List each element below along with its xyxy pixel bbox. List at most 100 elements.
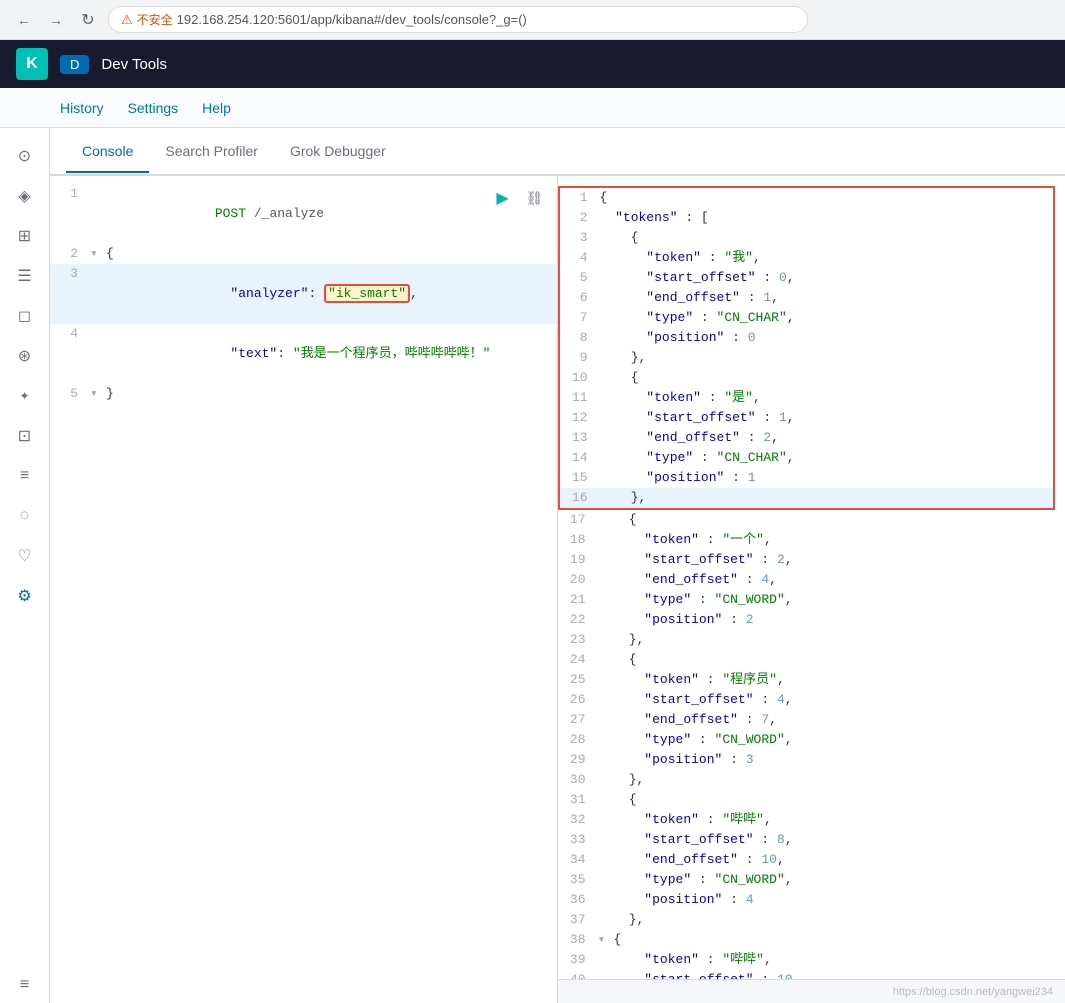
line-content-1: POST /_analyze — [90, 184, 557, 244]
content-area: Console Search Profiler Grok Debugger ▶ … — [50, 128, 1065, 1003]
reload-button[interactable]: ↻ — [76, 8, 100, 32]
output-line-24: 24 { — [558, 650, 1065, 670]
output-panel[interactable]: 1 { 2 "tokens" : [ 3 { — [558, 176, 1065, 979]
forward-button[interactable]: → — [44, 8, 68, 32]
output-line-35: 35 "type" : "CN_WORD", — [558, 870, 1065, 890]
output-line-30: 30 }, — [558, 770, 1065, 790]
output-line-34: 34 "end_offset" : 10, — [558, 850, 1065, 870]
fold-indicator-38[interactable]: ▾ — [598, 930, 614, 950]
sidebar-icon-dashboard[interactable]: ⊞ — [7, 218, 43, 254]
header-menu-history[interactable]: History — [60, 96, 104, 120]
output-line-1: 1 { — [560, 188, 1054, 208]
output-line-15: 15 "position" : 1 — [560, 468, 1054, 488]
kibana-app: K D Dev Tools History Settings Help ⊙ ◈ … — [0, 40, 1065, 1003]
app-title: Dev Tools — [101, 56, 167, 73]
right-panel: 1 { 2 "tokens" : [ 3 { — [558, 176, 1065, 1003]
output-line-8: 8 "position" : 0 — [560, 328, 1054, 348]
output-line-10: 10 { — [560, 368, 1054, 388]
output-line-5: 5 "start_offset" : 0, — [560, 268, 1054, 288]
sidebar-icon-maps[interactable]: ⊛ — [7, 338, 43, 374]
output-line-25: 25 "token" : "程序员", — [558, 670, 1065, 690]
line-number-4: 4 — [50, 324, 90, 344]
back-button[interactable]: ← — [12, 8, 36, 32]
output-line-7: 7 "type" : "CN_CHAR", — [560, 308, 1054, 328]
tab-search-profiler[interactable]: Search Profiler — [149, 131, 274, 173]
code-line-2: 2 ▾ { — [50, 244, 557, 264]
editor-panels: ▶ ⛓ 1 POST /_analyze 2 — [50, 176, 1065, 1003]
output-line-22: 22 "position" : 2 — [558, 610, 1065, 630]
header-menu: History Settings Help — [0, 88, 1065, 128]
output-line-23: 23 }, — [558, 630, 1065, 650]
header-menu-help[interactable]: Help — [202, 96, 231, 120]
output-line-9: 9 }, — [560, 348, 1054, 368]
output-line-18: 18 "token" : "一个", — [558, 530, 1065, 550]
output-content-1: { — [600, 188, 1054, 208]
line-content-5: } — [106, 384, 557, 404]
output-line-6: 6 "end_offset" : 1, — [560, 288, 1054, 308]
sidebar: ⊙ ◈ ⊞ ☰ ◻ ⊛ ✦ ⊡ ≡ ◌ ♡ ⚙ ≡ — [0, 128, 50, 1003]
editor-toolbar: ▶ ⛓ — [489, 184, 549, 212]
sidebar-icon-ml[interactable]: ✦ — [7, 378, 43, 414]
watermark-text: https://blog.csdn.net/yangwei234 — [893, 986, 1053, 998]
line-content-3: "analyzer": "ik_smart", — [90, 264, 557, 324]
output-line-16: 16 }, — [560, 488, 1054, 508]
main-layout: ⊙ ◈ ⊞ ☰ ◻ ⊛ ✦ ⊡ ≡ ◌ ♡ ⚙ ≡ Console Search… — [0, 128, 1065, 1003]
kibana-logo[interactable]: K — [16, 48, 48, 80]
address-bar[interactable]: ⚠ 不安全 192.168.254.120:5601/app/kibana#/d… — [108, 6, 808, 33]
sidebar-icon-timelion[interactable]: ☰ — [7, 258, 43, 294]
app-badge[interactable]: D — [60, 55, 89, 74]
output-line-17: 17 { — [558, 510, 1065, 530]
output-border-box: 1 { 2 "tokens" : [ 3 { — [558, 186, 1056, 510]
output-line-4: 4 "token" : "我", — [560, 248, 1054, 268]
sidebar-icon-visualize[interactable]: ◈ — [7, 178, 43, 214]
output-line-38: 38 ▾ { — [558, 930, 1065, 950]
output-line-39: 39 "token" : "哔哔", — [558, 950, 1065, 970]
fold-indicator-2[interactable]: ▾ — [90, 244, 106, 264]
kibana-topbar: K D Dev Tools — [0, 40, 1065, 88]
tab-console[interactable]: Console — [66, 131, 149, 173]
code-line-5: 5 ▾ } — [50, 384, 557, 404]
output-line-21: 21 "type" : "CN_WORD", — [558, 590, 1065, 610]
security-warning-icon: ⚠ — [121, 12, 133, 28]
sidebar-icon-uptime[interactable]: ♡ — [7, 538, 43, 574]
output-line-12: 12 "start_offset" : 1, — [560, 408, 1054, 428]
security-label: 不安全 — [137, 11, 173, 28]
output-line-29: 29 "position" : 3 — [558, 750, 1065, 770]
logo-letter: K — [26, 55, 38, 73]
line-number-3: 3 — [50, 264, 90, 284]
left-code-editor[interactable]: 1 POST /_analyze 2 ▾ { — [50, 176, 557, 1003]
run-button[interactable]: ▶ — [489, 184, 517, 212]
line-content-2: { — [106, 244, 557, 264]
tab-grok-debugger[interactable]: Grok Debugger — [274, 131, 402, 173]
output-line-20: 20 "end_offset" : 4, — [558, 570, 1065, 590]
copy-as-curl-button[interactable]: ⛓ — [521, 184, 549, 212]
line-number-2: 2 — [50, 244, 90, 264]
output-line-40: 40 "start_offset" : 10, — [558, 970, 1065, 979]
sidebar-icon-infrastructure[interactable]: ⊡ — [7, 418, 43, 454]
left-panel: ▶ ⛓ 1 POST /_analyze 2 — [50, 176, 558, 1003]
output-line-26: 26 "start_offset" : 4, — [558, 690, 1065, 710]
sidebar-icon-devtools[interactable]: ⚙ — [7, 578, 43, 614]
sidebar-icon-menu[interactable]: ≡ — [7, 967, 43, 1003]
output-line-num-1: 1 — [560, 188, 600, 208]
sidebar-icon-apm[interactable]: ◌ — [7, 498, 43, 534]
url-text: 192.168.254.120:5601/app/kibana#/dev_too… — [177, 12, 527, 27]
code-line-4: 4 "text": "我是一个程序员，哔哔哔哔哔！" — [50, 324, 557, 384]
sidebar-icon-canvas[interactable]: ◻ — [7, 298, 43, 334]
output-line-36: 36 "position" : 4 — [558, 890, 1065, 910]
code-line-1: 1 POST /_analyze — [50, 184, 557, 244]
fold-indicator-5[interactable]: ▾ — [90, 384, 106, 404]
sidebar-icon-discover[interactable]: ⊙ — [7, 138, 43, 174]
header-menu-settings[interactable]: Settings — [128, 96, 179, 120]
output-line-11: 11 "token" : "是", — [560, 388, 1054, 408]
watermark: https://blog.csdn.net/yangwei234 — [558, 979, 1065, 1003]
output-line-3: 3 { — [560, 228, 1054, 248]
sidebar-icon-logs[interactable]: ≡ — [7, 458, 43, 494]
output-line-27: 27 "end_offset" : 7, — [558, 710, 1065, 730]
output-line-33: 33 "start_offset" : 8, — [558, 830, 1065, 850]
line-number-5: 5 — [50, 384, 90, 404]
output-line-2: 2 "tokens" : [ — [560, 208, 1054, 228]
tabs-bar: Console Search Profiler Grok Debugger — [50, 128, 1065, 176]
output-line-14: 14 "type" : "CN_CHAR", — [560, 448, 1054, 468]
output-line-13: 13 "end_offset" : 2, — [560, 428, 1054, 448]
